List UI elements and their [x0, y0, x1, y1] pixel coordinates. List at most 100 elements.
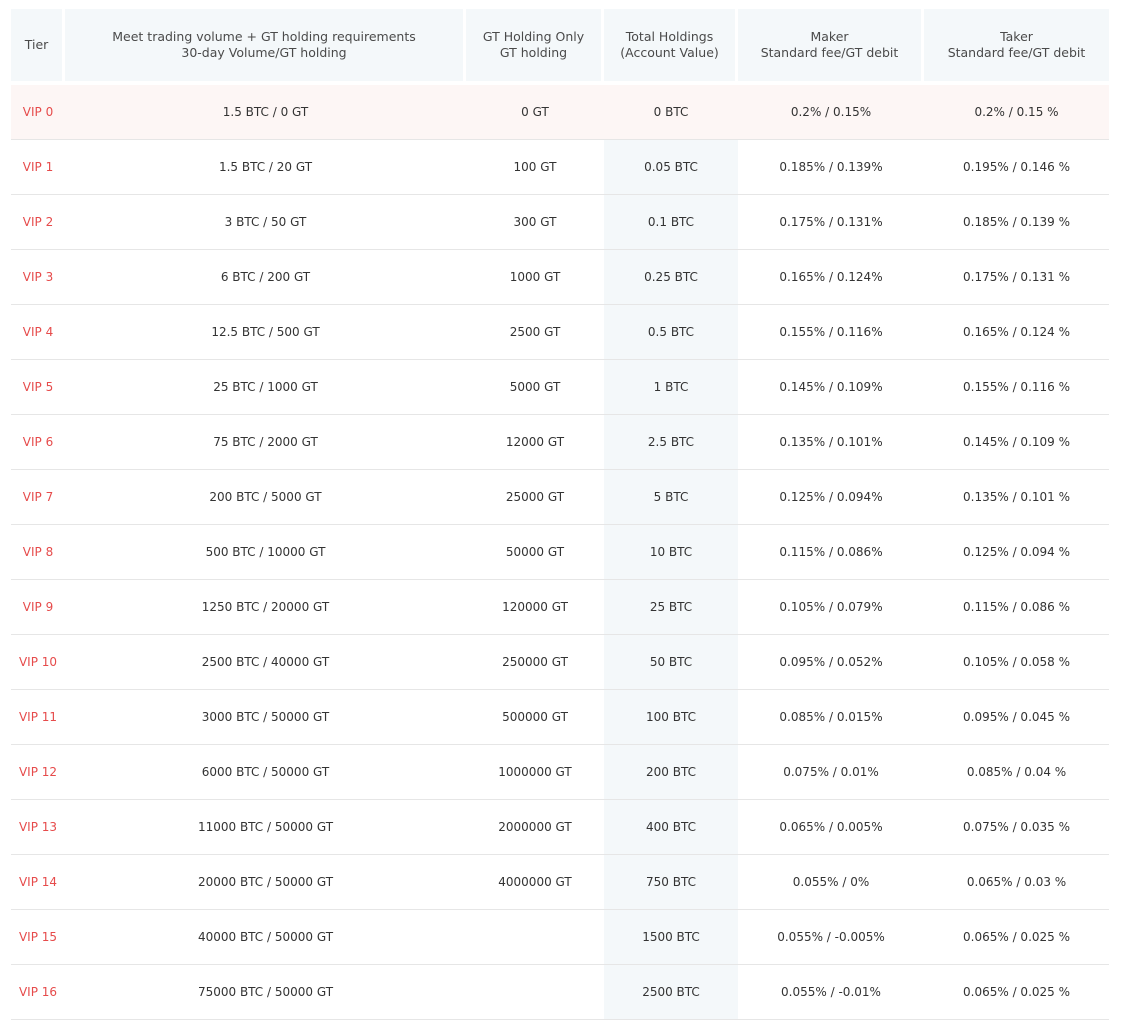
maker-fee-cell: 0.085% / 0.015%: [738, 690, 924, 745]
taker-fee-cell: 0.165% / 0.124 %: [924, 305, 1109, 360]
total-holdings-cell: 0.25 BTC: [604, 250, 738, 305]
gt-holding-cell: 300 GT: [466, 195, 604, 250]
column-header-line: 30-day Volume/GT holding: [181, 45, 347, 60]
total-holdings-cell: 100 BTC: [604, 690, 738, 745]
tier-cell: VIP 14: [11, 855, 65, 910]
table-row: VIP 5 25 BTC / 1000 GT 5000 GT 1 BTC 0.145% …: [11, 360, 1109, 415]
column-header-gt-holding-only: GT Holding Only GT holding: [466, 9, 604, 81]
tier-cell: VIP 15: [11, 910, 65, 965]
maker-fee-cell: 0.2% / 0.15%: [738, 85, 924, 140]
volume-cell: 3 BTC / 50 GT: [65, 195, 466, 250]
maker-fee-cell: 0.095% / 0.052%: [738, 635, 924, 690]
volume-cell: 75 BTC / 2000 GT: [65, 415, 466, 470]
volume-cell: 6 BTC / 200 GT: [65, 250, 466, 305]
total-holdings-cell: 400 BTC: [604, 800, 738, 855]
header-row: Tier Meet trading volume + GT holding req…: [11, 9, 1109, 81]
taker-fee-cell: 0.065% / 0.025 %: [924, 910, 1109, 965]
total-holdings-cell: 25 BTC: [604, 580, 738, 635]
table-row: VIP 9 1250 BTC / 20000 GT 120000 GT 25 BTC 0…: [11, 580, 1109, 635]
column-header-line: (Account Value): [620, 45, 719, 60]
total-holdings-cell: 0.1 BTC: [604, 195, 738, 250]
column-header-line: Standard fee/GT debit: [947, 45, 1086, 60]
table-row: VIP 10 2500 BTC / 40000 GT 250000 GT 50 BTC…: [11, 635, 1109, 690]
total-holdings-cell: 1500 BTC: [604, 910, 738, 965]
volume-cell: 2500 BTC / 40000 GT: [65, 635, 466, 690]
table-row: VIP 14 20000 BTC / 50000 GT 4000000 GT 750 …: [11, 855, 1109, 910]
table-row: VIP 16 75000 BTC / 50000 GT 2500 BTC 0.055%…: [11, 965, 1109, 1020]
tier-cell: VIP 11: [11, 690, 65, 745]
column-header-line: Maker: [810, 29, 849, 44]
maker-fee-cell: 0.065% / 0.005%: [738, 800, 924, 855]
taker-fee-cell: 0.2% / 0.15 %: [924, 85, 1109, 140]
taker-fee-cell: 0.115% / 0.086 %: [924, 580, 1109, 635]
volume-cell: 11000 BTC / 50000 GT: [65, 800, 466, 855]
taker-fee-cell: 0.075% / 0.035 %: [924, 800, 1109, 855]
total-holdings-cell: 750 BTC: [604, 855, 738, 910]
volume-cell: 40000 BTC / 50000 GT: [65, 910, 466, 965]
column-header-line: Total Holdings: [625, 29, 714, 44]
tier-cell: VIP 1: [11, 140, 65, 195]
taker-fee-cell: 0.185% / 0.139 %: [924, 195, 1109, 250]
tier-cell: VIP 7: [11, 470, 65, 525]
gt-holding-cell: 100 GT: [466, 140, 604, 195]
volume-cell: 75000 BTC / 50000 GT: [65, 965, 466, 1020]
tier-cell: VIP 16: [11, 965, 65, 1020]
total-holdings-cell: 0.05 BTC: [604, 140, 738, 195]
taker-fee-cell: 0.175% / 0.131 %: [924, 250, 1109, 305]
taker-fee-cell: 0.095% / 0.045 %: [924, 690, 1109, 745]
tier-cell: VIP 5: [11, 360, 65, 415]
table-body: VIP 0 1.5 BTC / 0 GT 0 GT 0 BTC 0.2% / 0.15%…: [11, 81, 1109, 1020]
volume-cell: 6000 BTC / 50000 GT: [65, 745, 466, 800]
column-header-volume-gt: Meet trading volume + GT holding require…: [65, 9, 466, 81]
table-row: VIP 8 500 BTC / 10000 GT 50000 GT 10 BTC 0.1…: [11, 525, 1109, 580]
column-header-tier: Tier: [11, 9, 65, 81]
table-row: VIP 7 200 BTC / 5000 GT 25000 GT 5 BTC 0.125…: [11, 470, 1109, 525]
table-row: VIP 12 6000 BTC / 50000 GT 1000000 GT 200 B…: [11, 745, 1109, 800]
total-holdings-cell: 5 BTC: [604, 470, 738, 525]
volume-cell: 500 BTC / 10000 GT: [65, 525, 466, 580]
table-row: VIP 0 1.5 BTC / 0 GT 0 GT 0 BTC 0.2% / 0.15%…: [11, 85, 1109, 140]
maker-fee-cell: 0.105% / 0.079%: [738, 580, 924, 635]
table-row: VIP 4 12.5 BTC / 500 GT 2500 GT 0.5 BTC 0.15…: [11, 305, 1109, 360]
tier-cell: VIP 4: [11, 305, 65, 360]
gt-holding-cell: 12000 GT: [466, 415, 604, 470]
tier-cell: VIP 9: [11, 580, 65, 635]
taker-fee-cell: 0.085% / 0.04 %: [924, 745, 1109, 800]
table-header: Tier Meet trading volume + GT holding req…: [11, 9, 1109, 81]
tier-cell: VIP 13: [11, 800, 65, 855]
gt-holding-cell: 50000 GT: [466, 525, 604, 580]
gt-holding-cell: 1000 GT: [466, 250, 604, 305]
total-holdings-cell: 200 BTC: [604, 745, 738, 800]
table-row: VIP 13 11000 BTC / 50000 GT 2000000 GT 400 …: [11, 800, 1109, 855]
taker-fee-cell: 0.065% / 0.03 %: [924, 855, 1109, 910]
column-header-line: Meet trading volume + GT holding require…: [112, 29, 416, 44]
gt-holding-cell: 2500 GT: [466, 305, 604, 360]
table-row: VIP 23 BTC / 50 GT 300 GT 0.1 BTC 0.175% / …: [11, 195, 1109, 250]
maker-fee-cell: 0.055% / -0.01%: [738, 965, 924, 1020]
gt-holding-cell: 25000 GT: [466, 470, 604, 525]
column-header-maker: Maker Standard fee/GT debit: [738, 9, 924, 81]
tier-cell: VIP 2: [11, 195, 65, 250]
tier-cell: VIP 10: [11, 635, 65, 690]
taker-fee-cell: 0.105% / 0.058 %: [924, 635, 1109, 690]
table-row: VIP 6 75 BTC / 2000 GT 12000 GT 2.5 BTC 0.13…: [11, 415, 1109, 470]
total-holdings-cell: 10 BTC: [604, 525, 738, 580]
taker-fee-cell: 0.155% / 0.116 %: [924, 360, 1109, 415]
table-row: VIP 11 3000 BTC / 50000 GT 500000 GT 100 BT…: [11, 690, 1109, 745]
maker-fee-cell: 0.115% / 0.086%: [738, 525, 924, 580]
maker-fee-cell: 0.155% / 0.116%: [738, 305, 924, 360]
taker-fee-cell: 0.195% / 0.146 %: [924, 140, 1109, 195]
total-holdings-cell: 1 BTC: [604, 360, 738, 415]
gt-holding-cell: 2000000 GT: [466, 800, 604, 855]
maker-fee-cell: 0.055% / -0.005%: [738, 910, 924, 965]
vip-fee-table: Tier Meet trading volume + GT holding req…: [11, 9, 1109, 1020]
table-row: VIP 15 40000 BTC / 50000 GT 1500 BTC 0.055%…: [11, 910, 1109, 965]
column-header-taker: Taker Standard fee/GT debit: [924, 9, 1109, 81]
column-header-line: GT holding: [499, 45, 568, 60]
taker-fee-cell: 0.135% / 0.101 %: [924, 470, 1109, 525]
maker-fee-cell: 0.055% / 0%: [738, 855, 924, 910]
total-holdings-cell: 2.5 BTC: [604, 415, 738, 470]
gt-holding-cell: 0 GT: [466, 85, 604, 140]
maker-fee-cell: 0.185% / 0.139%: [738, 140, 924, 195]
gt-holding-cell: [466, 965, 604, 1020]
